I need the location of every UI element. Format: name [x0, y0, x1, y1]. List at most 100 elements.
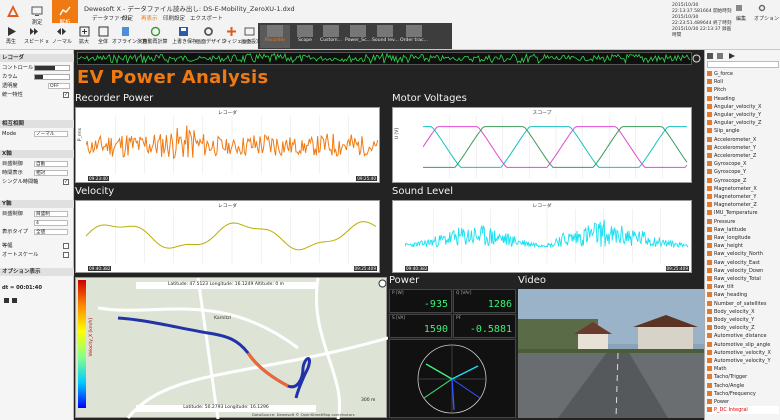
- channel-item[interactable]: Raw_longitude: [707, 234, 779, 242]
- map-settings-icon[interactable]: [378, 279, 387, 288]
- overwrite-save-button[interactable]: 上書き保存: [172, 26, 197, 48]
- y-axis-section-header[interactable]: Y軸: [0, 200, 74, 208]
- channel-item[interactable]: Raw_velocity_North: [707, 250, 779, 258]
- options-section-header[interactable]: オプション表示: [0, 268, 74, 276]
- channel-item[interactable]: Body_velocity_Y: [707, 316, 779, 324]
- overview-waveform[interactable]: [77, 52, 692, 65]
- equal-width-checkbox[interactable]: [63, 243, 69, 249]
- y-divisions-input[interactable]: 4: [34, 220, 68, 226]
- tab-settings[interactable]: 設定: [122, 14, 133, 22]
- overview-settings-icon[interactable]: [692, 54, 701, 63]
- time-display-select[interactable]: 相対: [34, 170, 68, 176]
- options-gear-icon[interactable]: [758, 4, 766, 12]
- zoom-button[interactable]: 拡大: [77, 26, 91, 48]
- visual-sound-tab[interactable]: Sound lev...: [372, 25, 399, 48]
- channel-item[interactable]: Raw_tilt: [707, 283, 779, 291]
- channel-item[interactable]: G_force: [707, 70, 779, 78]
- channel-item[interactable]: Pressure: [707, 218, 779, 226]
- channel-item[interactable]: Automotive_distance: [707, 332, 779, 340]
- tab-print[interactable]: 印刷設定: [163, 14, 185, 22]
- play-button[interactable]: 再生: [4, 26, 18, 48]
- channel-item[interactable]: Angular_velocity_X: [707, 103, 779, 111]
- power-phasor-panel[interactable]: [389, 339, 516, 418]
- visual-recorder-tab[interactable]: Recorder: [260, 25, 290, 48]
- lock-icons[interactable]: [4, 296, 24, 303]
- visual-custom-tab[interactable]: Custom...: [318, 25, 344, 48]
- transparency-toggle[interactable]: OFF: [48, 83, 70, 89]
- channel-item[interactable]: Tacho/Trigger: [707, 373, 779, 381]
- single-time-checkbox[interactable]: ✓: [63, 179, 69, 185]
- channel-item[interactable]: Magnetometer_Y: [707, 193, 779, 201]
- sound-level-panel[interactable]: レコーダ 09:40:382 09:25:409: [392, 200, 692, 273]
- screen-design-button[interactable]: 画面デザイン: [196, 26, 226, 48]
- recorder-section-header[interactable]: レコーダ: [0, 54, 74, 62]
- widget-button[interactable]: ウィジェット: [222, 26, 252, 48]
- channel-item[interactable]: Accelerometer_Z: [707, 152, 779, 160]
- channel-item[interactable]: Slip_angle: [707, 127, 779, 135]
- timebase-section-header[interactable]: 相互相関: [0, 120, 74, 128]
- column-slider[interactable]: [34, 74, 70, 80]
- edit-icon[interactable]: [735, 4, 743, 12]
- edit-label[interactable]: 編集: [736, 15, 746, 22]
- channel-item[interactable]: Raw_height: [707, 242, 779, 250]
- channel-toolbar-icons[interactable]: [707, 52, 779, 60]
- channel-item[interactable]: Raw_velocity_Down: [707, 267, 779, 275]
- channel-item[interactable]: Raw_velocity_Total: [707, 275, 779, 283]
- motor-voltages-panel[interactable]: スコープ U [V]: [392, 107, 692, 183]
- visual-scope-tab[interactable]: Scope: [292, 25, 318, 48]
- display-type-select[interactable]: 全値: [34, 229, 68, 235]
- channel-item[interactable]: Pitch: [707, 86, 779, 94]
- y-scale-select[interactable]: 目盛制: [34, 211, 68, 217]
- full-button[interactable]: 全体: [96, 26, 110, 48]
- autoscale-checkbox[interactable]: [63, 252, 69, 258]
- channel-search-input[interactable]: [707, 61, 779, 68]
- channel-item[interactable]: Accelerometer_X: [707, 136, 779, 144]
- channel-item[interactable]: Magnetometer_Z: [707, 201, 779, 209]
- channel-item[interactable]: Raw_velocity_East: [707, 259, 779, 267]
- tab-review[interactable]: 再表示: [141, 14, 158, 22]
- channel-item[interactable]: Gyroscope_Z: [707, 177, 779, 185]
- channel-item[interactable]: P_DC Integral: [707, 406, 779, 415]
- x-scale-select[interactable]: 自動: [34, 161, 68, 167]
- channel-item[interactable]: Gyroscope_Y: [707, 168, 779, 176]
- analysis-button[interactable]: 解析: [52, 0, 78, 26]
- offline-math-button[interactable]: オフライン演算: [112, 26, 147, 48]
- channel-item[interactable]: Gyroscope_X: [707, 160, 779, 168]
- channel-item[interactable]: IMU_Temperature: [707, 209, 779, 217]
- channel-item[interactable]: Tacho/Angle: [707, 382, 779, 390]
- channel-item[interactable]: Automotive_velocity_X: [707, 349, 779, 357]
- channel-label: Power: [714, 399, 730, 405]
- mode-select[interactable]: ノーマル: [34, 131, 68, 137]
- visual-order-tab[interactable]: Order trac...: [400, 25, 428, 48]
- channel-item[interactable]: Accelerometer_Y: [707, 144, 779, 152]
- channel-item[interactable]: Angular_velocity_Z: [707, 119, 779, 127]
- channel-item[interactable]: Roll: [707, 78, 779, 86]
- tab-export[interactable]: エクスポート: [190, 14, 223, 22]
- screen-settings-button[interactable]: 画面設定: [241, 26, 261, 48]
- channel-item[interactable]: Raw_heading: [707, 291, 779, 299]
- x-axis-section-header[interactable]: X軸: [0, 150, 74, 158]
- channel-item[interactable]: Automotive_velocity_Y: [707, 357, 779, 365]
- normal-button[interactable]: ノーマル: [52, 26, 72, 48]
- velocity-panel[interactable]: レコーダ 09:40:382 09:25:409: [75, 200, 380, 273]
- channel-item[interactable]: Magnetometer_X: [707, 185, 779, 193]
- channel-item[interactable]: Heading: [707, 95, 779, 103]
- control-slider[interactable]: [34, 65, 70, 71]
- visual-power-tab[interactable]: Power_Sc...: [345, 25, 371, 48]
- channel-item[interactable]: Raw_latitude: [707, 226, 779, 234]
- channel-item[interactable]: Body_velocity_X: [707, 308, 779, 316]
- unified-checkbox[interactable]: ✓: [63, 92, 69, 98]
- channel-item[interactable]: Angular_velocity_Y: [707, 111, 779, 119]
- recorder-power-panel[interactable]: レコーダ P_rms 09:23:40 09:25:40: [75, 107, 380, 183]
- speed-button[interactable]: スピード x: [24, 26, 49, 48]
- options-label[interactable]: オプション: [754, 15, 779, 22]
- channel-item[interactable]: Body_velocity_Z: [707, 324, 779, 332]
- channel-item[interactable]: Number_of_satellites: [707, 300, 779, 308]
- channel-item[interactable]: Math: [707, 365, 779, 373]
- channel-item[interactable]: Tacho/Frequency: [707, 390, 779, 398]
- auto-recalc-button[interactable]: 自動再計算: [142, 26, 168, 48]
- gps-map-panel[interactable]: Velocity_X [km/h] Latitude: 47.5123 Long…: [75, 277, 388, 419]
- channel-item[interactable]: Power: [707, 398, 779, 406]
- channel-item[interactable]: Automotive_slip_angle: [707, 341, 779, 349]
- video-frame[interactable]: [518, 289, 704, 418]
